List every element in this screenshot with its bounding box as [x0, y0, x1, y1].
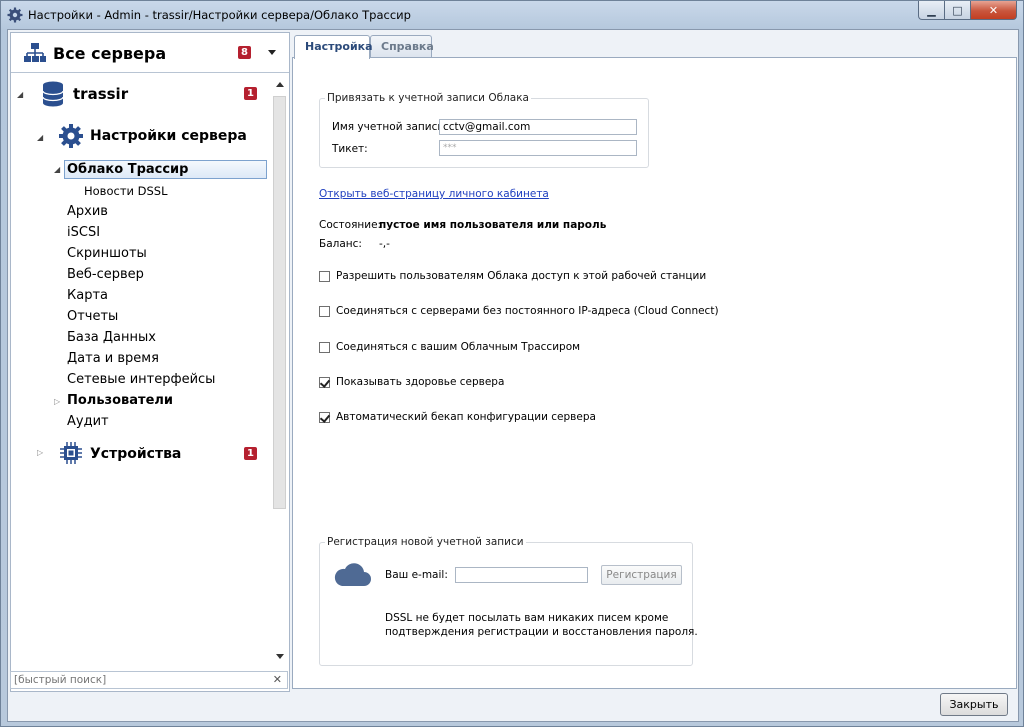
expand-arrow-icon[interactable]: ◢ — [37, 133, 43, 142]
settings-panel: Привязать к учетной записи Облака Имя уч… — [292, 57, 1017, 689]
registration-group: Регистрация новой учетной записи Ваш e-m… — [319, 536, 698, 666]
ticket-input[interactable] — [439, 140, 637, 156]
scroll-thumb[interactable] — [273, 96, 286, 509]
option-label: Показывать здоровье сервера — [336, 376, 505, 388]
email-input[interactable] — [455, 567, 588, 583]
tree-item-screenshots[interactable]: Скриншоты — [67, 246, 147, 261]
minimize-button[interactable]: ▁ — [918, 1, 945, 20]
checkbox[interactable] — [319, 270, 330, 282]
option-label: Разрешить пользователям Облака доступ к … — [336, 270, 707, 282]
tree-cloud-trassir[interactable]: Облако Трассир — [64, 160, 267, 179]
scroll-down-icon[interactable] — [276, 654, 284, 659]
close-button[interactable]: Закрыть — [940, 693, 1008, 716]
tree-news-dssl[interactable]: Новости DSSL — [84, 184, 168, 198]
all-servers-header[interactable]: Все сервера 8 — [11, 33, 289, 73]
settings-window: Настройки - Admin - trassir/Настройки се… — [0, 0, 1024, 727]
database-icon — [42, 81, 64, 107]
cabinet-link[interactable]: Открыть веб-страницу личного кабинета — [319, 188, 549, 200]
expand-arrow-icon[interactable]: ◢ — [54, 165, 60, 174]
title-bar: Настройки - Admin - trassir/Настройки се… — [1, 1, 1023, 29]
devices-badge: 1 — [244, 447, 257, 460]
account-group-title: Привязать к учетной записи Облака — [325, 92, 531, 104]
tree-item-map[interactable]: Карта — [67, 288, 108, 303]
clear-search-icon[interactable]: ✕ — [273, 673, 282, 686]
expand-arrow-icon[interactable]: ◢ — [17, 90, 23, 99]
checkbox[interactable] — [319, 411, 330, 423]
minimize-icon: ▁ — [927, 3, 936, 17]
tree-item-webserver[interactable]: Веб-сервер — [67, 267, 144, 282]
tree-server-trassir[interactable]: trassir — [73, 85, 128, 103]
tree-scrollbar[interactable] — [272, 74, 288, 663]
option-cloud-access[interactable]: Разрешить пользователям Облака доступ к … — [319, 270, 706, 282]
checkbox[interactable] — [319, 376, 330, 388]
all-servers-badge: 8 — [238, 46, 251, 59]
server-tree-panel: Все сервера 8 ◢ trassir 1 ◢ Настройки се… — [10, 32, 290, 692]
collapse-arrow-icon[interactable]: ▷ — [54, 397, 60, 406]
username-label: Имя учетной записи: — [332, 121, 448, 133]
client-area: Все сервера 8 ◢ trassir 1 ◢ Настройки се… — [7, 29, 1019, 722]
close-icon: ✕ — [988, 3, 999, 17]
tree-item-datetime[interactable]: Дата и время — [67, 351, 159, 366]
registration-group-title: Регистрация новой учетной записи — [325, 536, 526, 548]
checkbox[interactable] — [319, 305, 330, 317]
tree-item-archive[interactable]: Архив — [67, 204, 108, 219]
username-input[interactable] — [439, 119, 637, 135]
tree-item-reports[interactable]: Отчеты — [67, 309, 118, 324]
option-cloud-trassir[interactable]: Соединяться с вашим Облачным Трассиром — [319, 341, 580, 353]
tree-devices[interactable]: Устройства — [90, 446, 181, 462]
all-servers-label: Все сервера — [53, 44, 167, 63]
option-server-health[interactable]: Показывать здоровье сервера — [319, 376, 504, 388]
ticket-label: Тикет: — [332, 143, 368, 155]
window-title: Настройки - Admin - trassir/Настройки се… — [28, 8, 411, 22]
quick-search-input[interactable] — [11, 672, 269, 688]
chip-icon — [60, 442, 82, 464]
tree-item-users[interactable]: Пользователи — [67, 393, 173, 408]
register-button[interactable]: Регистрация — [601, 565, 682, 585]
tree-item-network[interactable]: Сетевые интерфейсы — [67, 372, 215, 387]
registration-note-line1: DSSL не будет посылать вам никаких писем… — [385, 612, 669, 624]
option-label: Автоматический бекап конфигурации сервер… — [336, 411, 596, 423]
email-label: Ваш e-mail: — [385, 569, 448, 581]
cloud-icon — [334, 563, 371, 586]
close-window-button[interactable]: ✕ — [971, 1, 1017, 20]
gear-icon — [59, 124, 83, 148]
option-label: Соединяться с серверами без постоянного … — [336, 305, 719, 317]
account-group: Привязать к учетной записи Облака Имя уч… — [319, 92, 649, 168]
balance-label: Баланс: — [319, 238, 362, 250]
option-cloud-connect[interactable]: Соединяться с серверами без постоянного … — [319, 305, 719, 317]
server-tree: ◢ trassir 1 ◢ Настройки сервера ◢ Облако… — [11, 74, 271, 664]
option-label: Соединяться с вашим Облачным Трассиром — [336, 341, 581, 353]
maximize-button[interactable]: □ — [945, 1, 971, 20]
status-value: пустое имя пользователя или пароль — [379, 219, 607, 231]
option-auto-backup[interactable]: Автоматический бекап конфигурации сервер… — [319, 411, 596, 423]
registration-note-line2: подтверждения регистрации и восстановлен… — [385, 626, 698, 638]
tree-item-audit[interactable]: Аудит — [67, 414, 109, 429]
server-badge: 1 — [244, 87, 257, 100]
checkbox[interactable] — [319, 341, 330, 353]
network-icon — [24, 43, 46, 62]
tab-help[interactable]: Справка — [370, 35, 434, 57]
tab-settings[interactable]: Настройка — [294, 35, 373, 59]
tree-server-settings[interactable]: Настройки сервера — [90, 128, 247, 144]
maximize-icon: □ — [952, 3, 963, 17]
tree-item-iscsi[interactable]: iSCSI — [67, 225, 100, 240]
tree-item-database[interactable]: База Данных — [67, 330, 156, 345]
collapse-arrow-icon[interactable]: ▷ — [37, 448, 43, 457]
gear-icon — [7, 7, 23, 23]
scroll-up-icon[interactable] — [276, 82, 284, 87]
status-label: Состояние: — [319, 219, 382, 231]
balance-value: -,- — [379, 238, 390, 250]
quick-search: ✕ — [10, 671, 288, 689]
dropdown-arrow-icon[interactable] — [268, 50, 276, 55]
